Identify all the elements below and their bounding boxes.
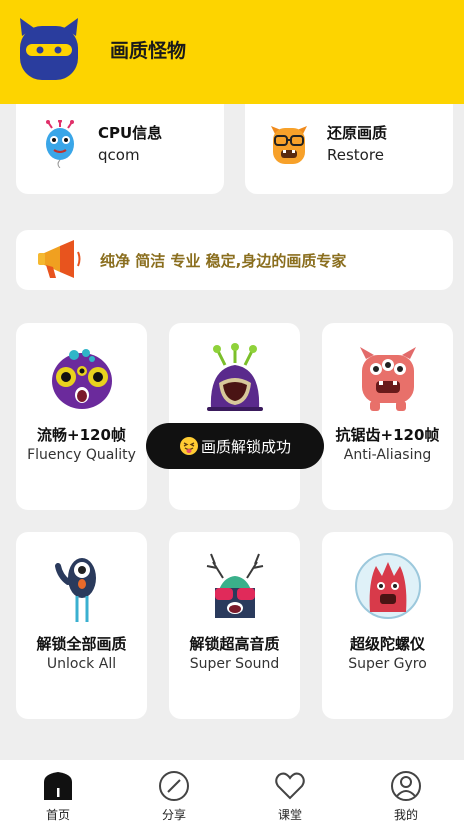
unlock-success-toast: 画质解锁成功 — [146, 423, 324, 469]
balloon-monster-icon — [46, 120, 74, 168]
antenna-monster-icon — [207, 343, 263, 411]
bottom-nav: 首页 分享 课堂 我的 — [0, 760, 464, 831]
feature-zh-label: 流畅+120帧 — [37, 426, 126, 444]
restore-quality-card[interactable]: 还原画质 Restore — [245, 104, 453, 194]
feature-anti-aliasing[interactable]: 抗锯齿+120帧 Anti-Aliasing — [322, 323, 453, 510]
feature-zh-label: 超级陀螺仪 — [349, 635, 425, 653]
monster-logo-icon — [20, 18, 78, 80]
one-eyed-stick-monster-icon — [55, 558, 96, 622]
nav-classroom[interactable]: 课堂 — [232, 760, 348, 831]
cpu-info-card[interactable]: CPU信息 qcom — [16, 104, 224, 194]
megaphone-icon — [38, 240, 81, 278]
astronaut-monster-icon — [355, 553, 421, 619]
cpu-info-value: qcom — [98, 146, 140, 164]
feature-zh-label: 抗锯齿+120帧 — [335, 426, 440, 444]
feature-zh-label: 解锁全部画质 — [36, 635, 127, 653]
nav-home[interactable]: 首页 — [0, 760, 116, 831]
feature-super-sound[interactable]: 解锁超高音质 Super Sound — [169, 532, 300, 719]
heart-icon — [275, 772, 305, 800]
feature-en-label: Anti-Aliasing — [343, 447, 432, 463]
feature-en-label: Super Sound — [189, 656, 280, 672]
feature-en-label: Fluency Quality — [27, 447, 136, 463]
nav-home-label: 首页 — [45, 808, 70, 822]
red-multi-eyed-monster-icon — [360, 347, 416, 411]
feature-tile-antenna-monster[interactable] — [169, 323, 300, 510]
nav-share-label: 分享 — [161, 808, 186, 822]
home-icon — [44, 772, 72, 800]
compass-icon — [159, 771, 189, 801]
toast-text: 画质解锁成功 — [200, 437, 291, 456]
antler-monster-icon — [206, 553, 264, 618]
app-title: 画质怪物 — [110, 40, 187, 62]
restore-quality-title: 还原画质 — [327, 124, 388, 142]
feature-zh-label: 解锁超高音质 — [189, 635, 280, 653]
user-icon — [391, 771, 421, 801]
feature-fluency-quality[interactable]: 流畅+120帧 Fluency Quality — [16, 323, 147, 510]
feature-en-label: Super Gyro — [348, 656, 427, 672]
restore-quality-value: Restore — [327, 146, 384, 164]
nav-mine[interactable]: 我的 — [348, 760, 464, 831]
feature-super-gyro[interactable]: 超级陀螺仪 Super Gyro — [322, 532, 453, 719]
slogan-banner: 纯净 简洁 专业 稳定,身边的画质专家 — [16, 230, 453, 290]
cpu-info-title: CPU信息 — [98, 124, 163, 142]
feature-unlock-all[interactable]: 解锁全部画质 Unlock All — [16, 532, 147, 719]
tongue-emoji-icon — [179, 437, 198, 455]
glasses-monster-icon — [271, 126, 307, 164]
nav-mine-label: 我的 — [393, 808, 418, 822]
feature-en-label: Unlock All — [46, 656, 117, 672]
slogan-text: 纯净 简洁 专业 稳定,身边的画质专家 — [100, 252, 347, 270]
purple-three-eyed-monster-icon — [52, 349, 112, 409]
nav-share[interactable]: 分享 — [116, 760, 232, 831]
app-header: 画质怪物 — [0, 0, 464, 104]
nav-classroom-label: 课堂 — [277, 808, 302, 822]
